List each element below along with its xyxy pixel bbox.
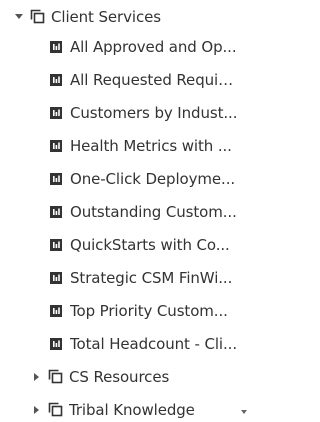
tree-item-label: QuickStarts with Co... xyxy=(70,235,230,254)
tree-item-report[interactable]: All Approved and Op... xyxy=(0,30,239,63)
bar-chart-icon xyxy=(50,238,62,251)
folder-copy-icon xyxy=(48,369,63,384)
tree-folder-client-services[interactable]: Client Services xyxy=(0,0,239,33)
scroll-down-arrow-icon[interactable] xyxy=(241,410,247,414)
tree-item-label: Health Metrics with ... xyxy=(70,136,232,155)
tree-folder-label: Client Services xyxy=(51,7,161,26)
tree-item-report[interactable]: Strategic CSM FinWi... xyxy=(0,261,239,294)
tree-item-label: One-Click Deployme... xyxy=(70,169,236,188)
bar-chart-icon xyxy=(50,40,62,53)
tree-item-label: Strategic CSM FinWi... xyxy=(70,268,233,287)
tree-folder-tribal-knowledge[interactable]: Tribal Knowledge xyxy=(0,393,239,422)
tree-item-report[interactable]: QuickStarts with Co... xyxy=(0,228,239,261)
folder-copy-icon xyxy=(48,402,63,417)
caret-down-icon[interactable] xyxy=(14,10,24,24)
bar-chart-icon xyxy=(50,172,62,185)
tree-item-label: Top Priority Custom... xyxy=(70,301,228,320)
tree-item-label: Total Headcount - Cli... xyxy=(70,334,238,353)
bar-chart-icon xyxy=(50,271,62,284)
tree-item-report[interactable]: Outstanding Custom... xyxy=(0,195,239,228)
tree-folder-label: Tribal Knowledge xyxy=(69,400,195,419)
tree-item-report[interactable]: One-Click Deployme... xyxy=(0,162,239,195)
caret-right-icon[interactable] xyxy=(32,370,42,384)
bar-chart-icon xyxy=(50,337,62,350)
tree-item-label: All Approved and Op... xyxy=(70,37,237,56)
bar-chart-icon xyxy=(50,205,62,218)
tree-item-label: Outstanding Custom... xyxy=(70,202,237,221)
tree-folder-label: CS Resources xyxy=(69,367,170,386)
caret-right-icon[interactable] xyxy=(32,403,42,417)
tree-item-label: All Requested Requis... xyxy=(70,70,239,89)
tree-item-report[interactable]: All Requested Requis... xyxy=(0,63,239,96)
folder-copy-icon xyxy=(30,9,45,24)
tree-item-report[interactable]: Total Headcount - Cli... xyxy=(0,327,239,360)
tree-item-label: Customers by Indust... xyxy=(70,103,238,122)
tree-item-report[interactable]: Top Priority Custom... xyxy=(0,294,239,327)
tree-item-report[interactable]: Health Metrics with ... xyxy=(0,129,239,162)
tree-item-report[interactable]: Customers by Indust... xyxy=(0,96,239,129)
bar-chart-icon xyxy=(50,73,62,86)
bar-chart-icon xyxy=(50,139,62,152)
bar-chart-icon xyxy=(50,106,62,119)
tree-folder-cs-resources[interactable]: CS Resources xyxy=(0,360,239,393)
vertical-scrollbar[interactable] xyxy=(239,0,249,422)
bar-chart-icon xyxy=(50,304,62,317)
report-tree: Client Services All Approved and Op... A… xyxy=(0,0,249,422)
